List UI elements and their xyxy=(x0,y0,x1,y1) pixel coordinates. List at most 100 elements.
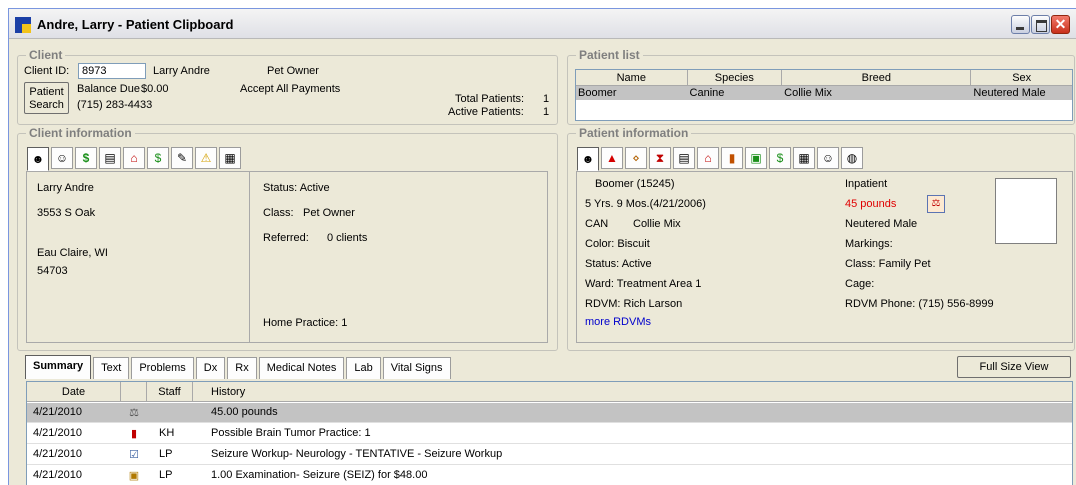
patient-name-cell: Boomer xyxy=(578,87,617,99)
house-icon[interactable]: ⌂ xyxy=(697,147,719,169)
client-id-field[interactable]: 8973 xyxy=(78,63,146,79)
patient-cage: Cage: xyxy=(845,278,875,290)
close-button[interactable]: ✕ xyxy=(1051,15,1070,34)
maximize-button[interactable] xyxy=(1031,15,1050,34)
patient-name-id: Boomer (15245) xyxy=(595,178,675,190)
patient-list-header: Name Species Breed Sex xyxy=(576,70,1072,86)
col-name[interactable]: Name xyxy=(576,70,688,85)
invoice-icon[interactable]: $ xyxy=(147,147,169,169)
history-grid[interactable]: Date Staff History 4/21/2010 ⚖ 45.00 pou… xyxy=(26,381,1073,485)
client-card-icon[interactable]: ☻ xyxy=(27,147,49,171)
app-icon xyxy=(15,17,31,33)
patient-card-icon[interactable]: ☻ xyxy=(577,147,599,171)
patient-list-legend: Patient list xyxy=(576,48,643,62)
patient-list-table[interactable]: Name Species Breed Sex Boomer Canine Col… xyxy=(575,69,1073,121)
total-patients-value: 1 xyxy=(543,93,550,105)
more-rdvms-link[interactable]: more RDVMs xyxy=(585,316,651,328)
history-row[interactable]: 4/21/2010 ☑ LP Seizure Workup- Neurology… xyxy=(27,445,1072,465)
payment-policy: Accept All Payments xyxy=(240,83,341,95)
invoice-icon[interactable]: $ xyxy=(769,147,791,169)
col-breed[interactable]: Breed xyxy=(782,70,972,85)
title-bar[interactable]: Andre, Larry - Patient Clipboard ✕ xyxy=(9,9,1076,39)
exam-icon[interactable]: ▮ xyxy=(721,147,743,169)
workup-icon: ☑ xyxy=(129,449,139,461)
lab-icon[interactable]: ⧗ xyxy=(649,147,671,169)
report-icon[interactable]: ▦ xyxy=(793,147,815,169)
col-staff[interactable]: Staff xyxy=(147,382,193,402)
patient-species: CAN xyxy=(585,218,609,230)
history-text: 45.00 pounds xyxy=(211,406,278,418)
col-date[interactable]: Date xyxy=(27,382,121,402)
patient-search-label-1: Patient xyxy=(29,86,64,98)
balance-due-label: Balance Due xyxy=(77,83,140,95)
history-date: 4/21/2010 xyxy=(33,469,82,481)
patient-info-toolbar: ☻ ▲ ⋄ ⧗ ▤ ⌂ ▮ ▣ $ ▦ ☺ ◍ xyxy=(577,147,865,171)
client-info-class-label: Class: xyxy=(263,207,294,219)
pen-icon[interactable]: ✎ xyxy=(171,147,193,169)
problem-icon: ▮ xyxy=(130,428,138,440)
alert-icon[interactable]: ▲ xyxy=(601,147,623,169)
document-icon[interactable]: ▤ xyxy=(673,147,695,169)
money-icon[interactable]: $ xyxy=(75,147,97,169)
col-species[interactable]: Species xyxy=(688,70,783,85)
history-date: 4/21/2010 xyxy=(33,427,82,439)
tab-problems[interactable]: Problems xyxy=(131,357,194,379)
patient-breed-cell: Collie Mix xyxy=(784,87,832,99)
patient-breed: Collie Mix xyxy=(633,218,681,230)
medication-icon[interactable]: ▣ xyxy=(745,147,767,169)
weight-alert-icon[interactable]: ⚖ xyxy=(927,195,945,213)
col-sex[interactable]: Sex xyxy=(971,70,1072,85)
report-icon[interactable]: ▦ xyxy=(219,147,241,169)
tab-rx[interactable]: Rx xyxy=(227,357,257,379)
patient-photo[interactable] xyxy=(995,178,1057,244)
col-icon[interactable] xyxy=(121,382,147,402)
history-row[interactable]: 4/21/2010 ▣ LP 1.00 Examination- Seizure… xyxy=(27,466,1072,485)
maximize-icon xyxy=(1032,16,1049,33)
close-icon: ✕ xyxy=(1054,16,1067,32)
patient-info-legend: Patient information xyxy=(576,126,692,140)
globe-icon[interactable]: ◍ xyxy=(841,147,863,169)
client-info-status: Status: Active xyxy=(263,182,330,194)
history-date: 4/21/2010 xyxy=(33,448,82,460)
history-row[interactable]: 4/21/2010 ⚖ 45.00 pounds xyxy=(27,403,1072,423)
client-info-home-practice: Home Practice: 1 xyxy=(263,317,348,329)
client-group: Client Client ID: 8973 Larry Andre Pet O… xyxy=(17,48,558,125)
window-title: Andre, Larry - Patient Clipboard xyxy=(37,17,234,32)
patient-rdvm: RDVM: Rich Larson xyxy=(585,298,683,310)
client-id-label: Client ID: xyxy=(24,65,70,77)
history-text: Possible Brain Tumor Practice: 1 xyxy=(211,427,371,439)
clipboard-tabs: Summary Text Problems Dx Rx Medical Note… xyxy=(25,355,453,379)
patient-inpatient: Inpatient xyxy=(845,178,888,190)
patient-age: 5 Yrs. 9 Mos.(4/21/2006) xyxy=(585,198,706,210)
full-size-view-button[interactable]: Full Size View xyxy=(957,356,1071,378)
client-info-zip: 54703 xyxy=(37,265,68,277)
minimize-button[interactable] xyxy=(1011,15,1030,34)
tab-text[interactable]: Text xyxy=(93,357,130,379)
document-icon[interactable]: ▤ xyxy=(99,147,121,169)
patient-list-row[interactable]: Boomer Canine Collie Mix Neutered Male xyxy=(576,86,1072,100)
alert-icon[interactable]: ⚠ xyxy=(195,147,217,169)
minimize-icon xyxy=(1012,16,1029,33)
contacts-icon[interactable]: ☺ xyxy=(817,147,839,169)
contacts-icon[interactable]: ☺ xyxy=(51,147,73,169)
food-icon[interactable]: ⋄ xyxy=(625,147,647,169)
patient-species-cell: Canine xyxy=(689,87,725,99)
history-date: 4/21/2010 xyxy=(33,406,82,418)
client-info-panel: Larry Andre 3553 S Oak Eau Claire, WI 54… xyxy=(26,171,548,343)
client-phone: (715) 283-4433 xyxy=(77,99,153,111)
patient-ward: Ward: Treatment Area 1 xyxy=(585,278,702,290)
client-info-divider xyxy=(249,172,250,342)
tab-vital-signs[interactable]: Vital Signs xyxy=(382,357,451,379)
house-icon[interactable]: ⌂ xyxy=(123,147,145,169)
history-text: Seizure Workup- Neurology - TENTATIVE - … xyxy=(211,448,503,460)
history-staff: LP xyxy=(159,448,173,460)
history-row[interactable]: 4/21/2010 ▮ KH Possible Brain Tumor Prac… xyxy=(27,424,1072,444)
tab-summary[interactable]: Summary xyxy=(25,355,92,379)
col-history[interactable]: History xyxy=(193,382,1072,402)
tab-medical-notes[interactable]: Medical Notes xyxy=(258,357,345,379)
total-patients-label: Total Patients: xyxy=(455,93,525,105)
tab-lab[interactable]: Lab xyxy=(346,357,381,379)
patient-rdvm-phone: RDVM Phone: (715) 556-8999 xyxy=(845,298,994,310)
tab-dx[interactable]: Dx xyxy=(195,357,226,379)
patient-search-button[interactable]: Patient Search xyxy=(24,82,69,114)
